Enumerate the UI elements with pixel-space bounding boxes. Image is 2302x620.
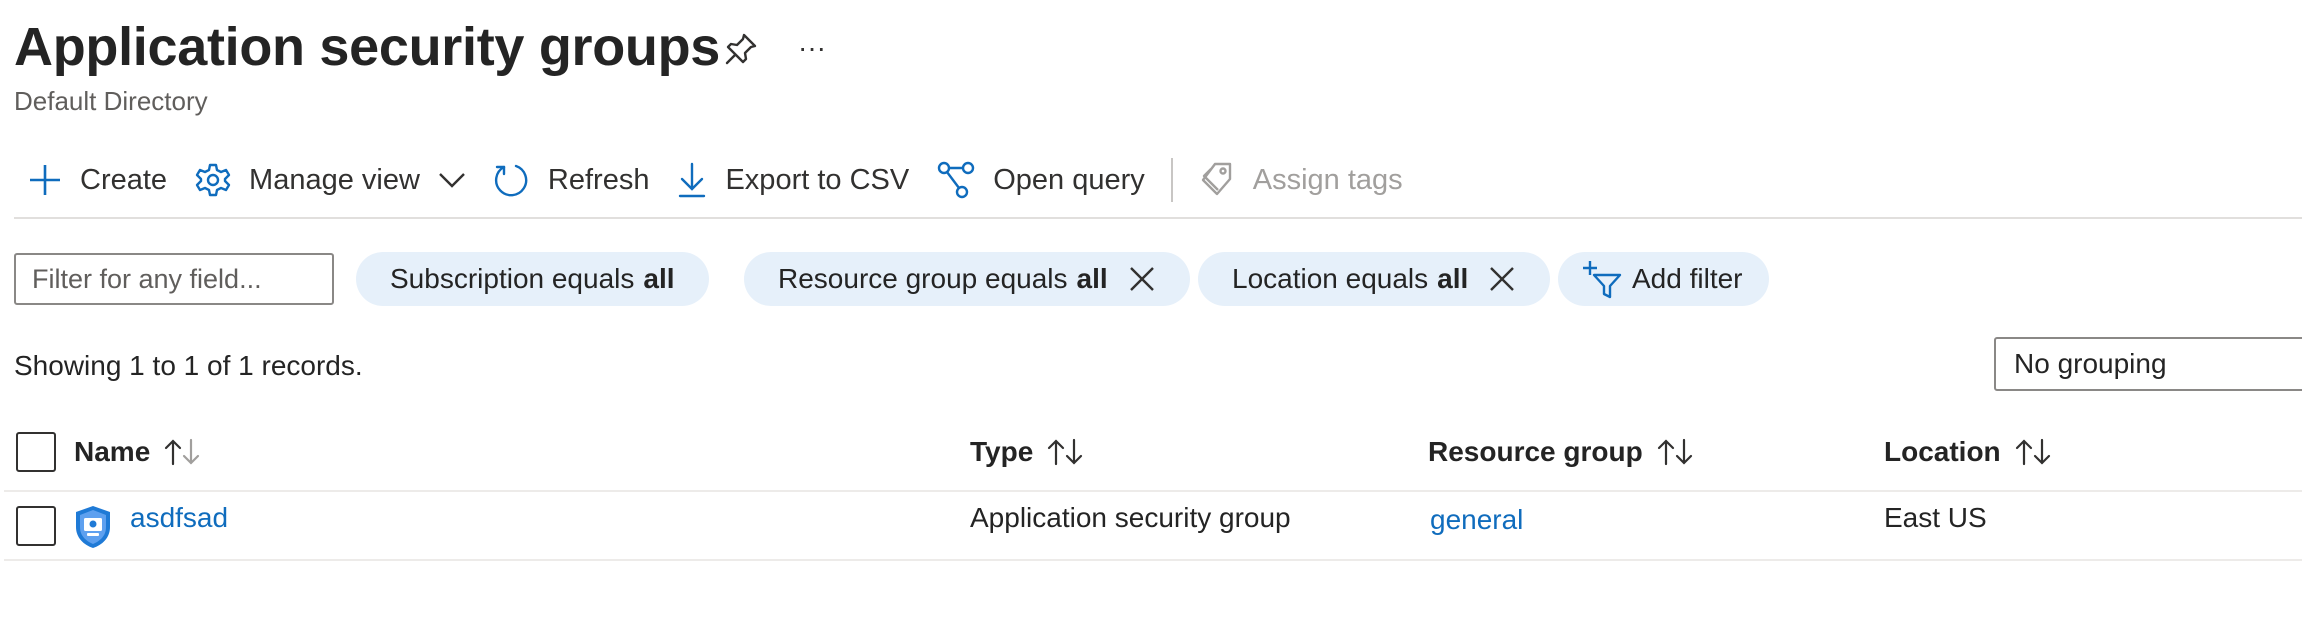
assign-tags-label: Assign tags [1252, 163, 1403, 196]
query-icon [938, 161, 975, 199]
column-header-type[interactable]: Type [970, 428, 1083, 476]
assign-tags-button[interactable]: Assign tags [1185, 152, 1417, 208]
header-row-divider [4, 490, 2302, 492]
open-query-button[interactable]: Open query [923, 152, 1159, 208]
grouping-select[interactable]: No grouping [1994, 337, 2302, 391]
application-security-group-icon [74, 505, 112, 549]
tag-icon [1201, 162, 1231, 196]
download-icon [679, 162, 706, 198]
export-csv-label: Export to CSV [725, 163, 910, 196]
page-subtitle: Default Directory [14, 86, 208, 116]
toolbar-divider [1170, 158, 1173, 202]
manage-view-button[interactable]: Manage view [181, 152, 480, 208]
add-filter-button[interactable]: Add filter [1558, 252, 1769, 306]
filter-pill-subscription[interactable]: Subscription equals all [356, 252, 709, 306]
page-title: Application security groups [14, 17, 721, 77]
filter-input[interactable] [14, 253, 334, 305]
column-header-location[interactable]: Location [1884, 428, 2051, 476]
column-header-name[interactable]: Name [74, 428, 200, 476]
command-bar: Create Manage view Refresh Export to CSV… [14, 152, 1417, 208]
toolbar-divider-line [14, 217, 2302, 219]
filter-pill-label: Location equals [1232, 263, 1429, 294]
filter-pill-value: all [1076, 263, 1108, 294]
close-icon[interactable] [1488, 265, 1516, 293]
row-resource-group-link[interactable]: general [1430, 504, 1523, 536]
filter-pill-value: all [643, 263, 675, 294]
row-divider [4, 559, 2302, 561]
filter-pill-label: Resource group equals [778, 263, 1068, 294]
row-name-link[interactable]: asdfsad [130, 502, 228, 534]
refresh-icon [494, 164, 528, 197]
sort-icon[interactable] [164, 438, 200, 466]
add-filter-icon [1583, 261, 1622, 299]
row-type: Application security group [970, 502, 1291, 533]
filter-pill-location[interactable]: Location equals all [1198, 252, 1551, 306]
records-count: Showing 1 to 1 of 1 records. [14, 350, 363, 381]
column-header-label: Name [74, 436, 151, 467]
filter-pill-resource-group[interactable]: Resource group equals all [744, 252, 1190, 306]
refresh-button[interactable]: Refresh [480, 152, 664, 208]
create-label: Create [80, 163, 168, 196]
sort-icon[interactable] [1047, 438, 1083, 466]
sort-icon[interactable] [1657, 438, 1693, 466]
refresh-label: Refresh [547, 163, 650, 196]
filter-pill-label: Subscription equals [390, 263, 635, 294]
create-button[interactable]: Create [14, 152, 181, 208]
filter-pill-value: all [1437, 263, 1469, 294]
export-csv-button[interactable]: Export to CSV [663, 152, 923, 208]
column-header-resource-group[interactable]: Resource group [1428, 428, 1693, 476]
add-filter-label: Add filter [1632, 263, 1743, 294]
plus-icon [30, 165, 60, 195]
select-all-checkbox[interactable] [16, 432, 56, 472]
gear-icon [195, 163, 231, 197]
sort-icon[interactable] [2015, 438, 2051, 466]
column-header-label: Resource group [1428, 436, 1643, 467]
column-header-label: Type [970, 436, 1034, 467]
pin-icon[interactable] [722, 30, 760, 68]
more-options-button[interactable]: ··· [795, 28, 829, 68]
row-location: East US [1884, 502, 1987, 533]
open-query-label: Open query [993, 163, 1145, 196]
chevron-down-icon [439, 173, 465, 188]
row-checkbox[interactable] [16, 506, 56, 546]
manage-view-label: Manage view [249, 163, 420, 196]
close-icon[interactable] [1128, 265, 1156, 293]
column-header-label: Location [1884, 436, 2001, 467]
